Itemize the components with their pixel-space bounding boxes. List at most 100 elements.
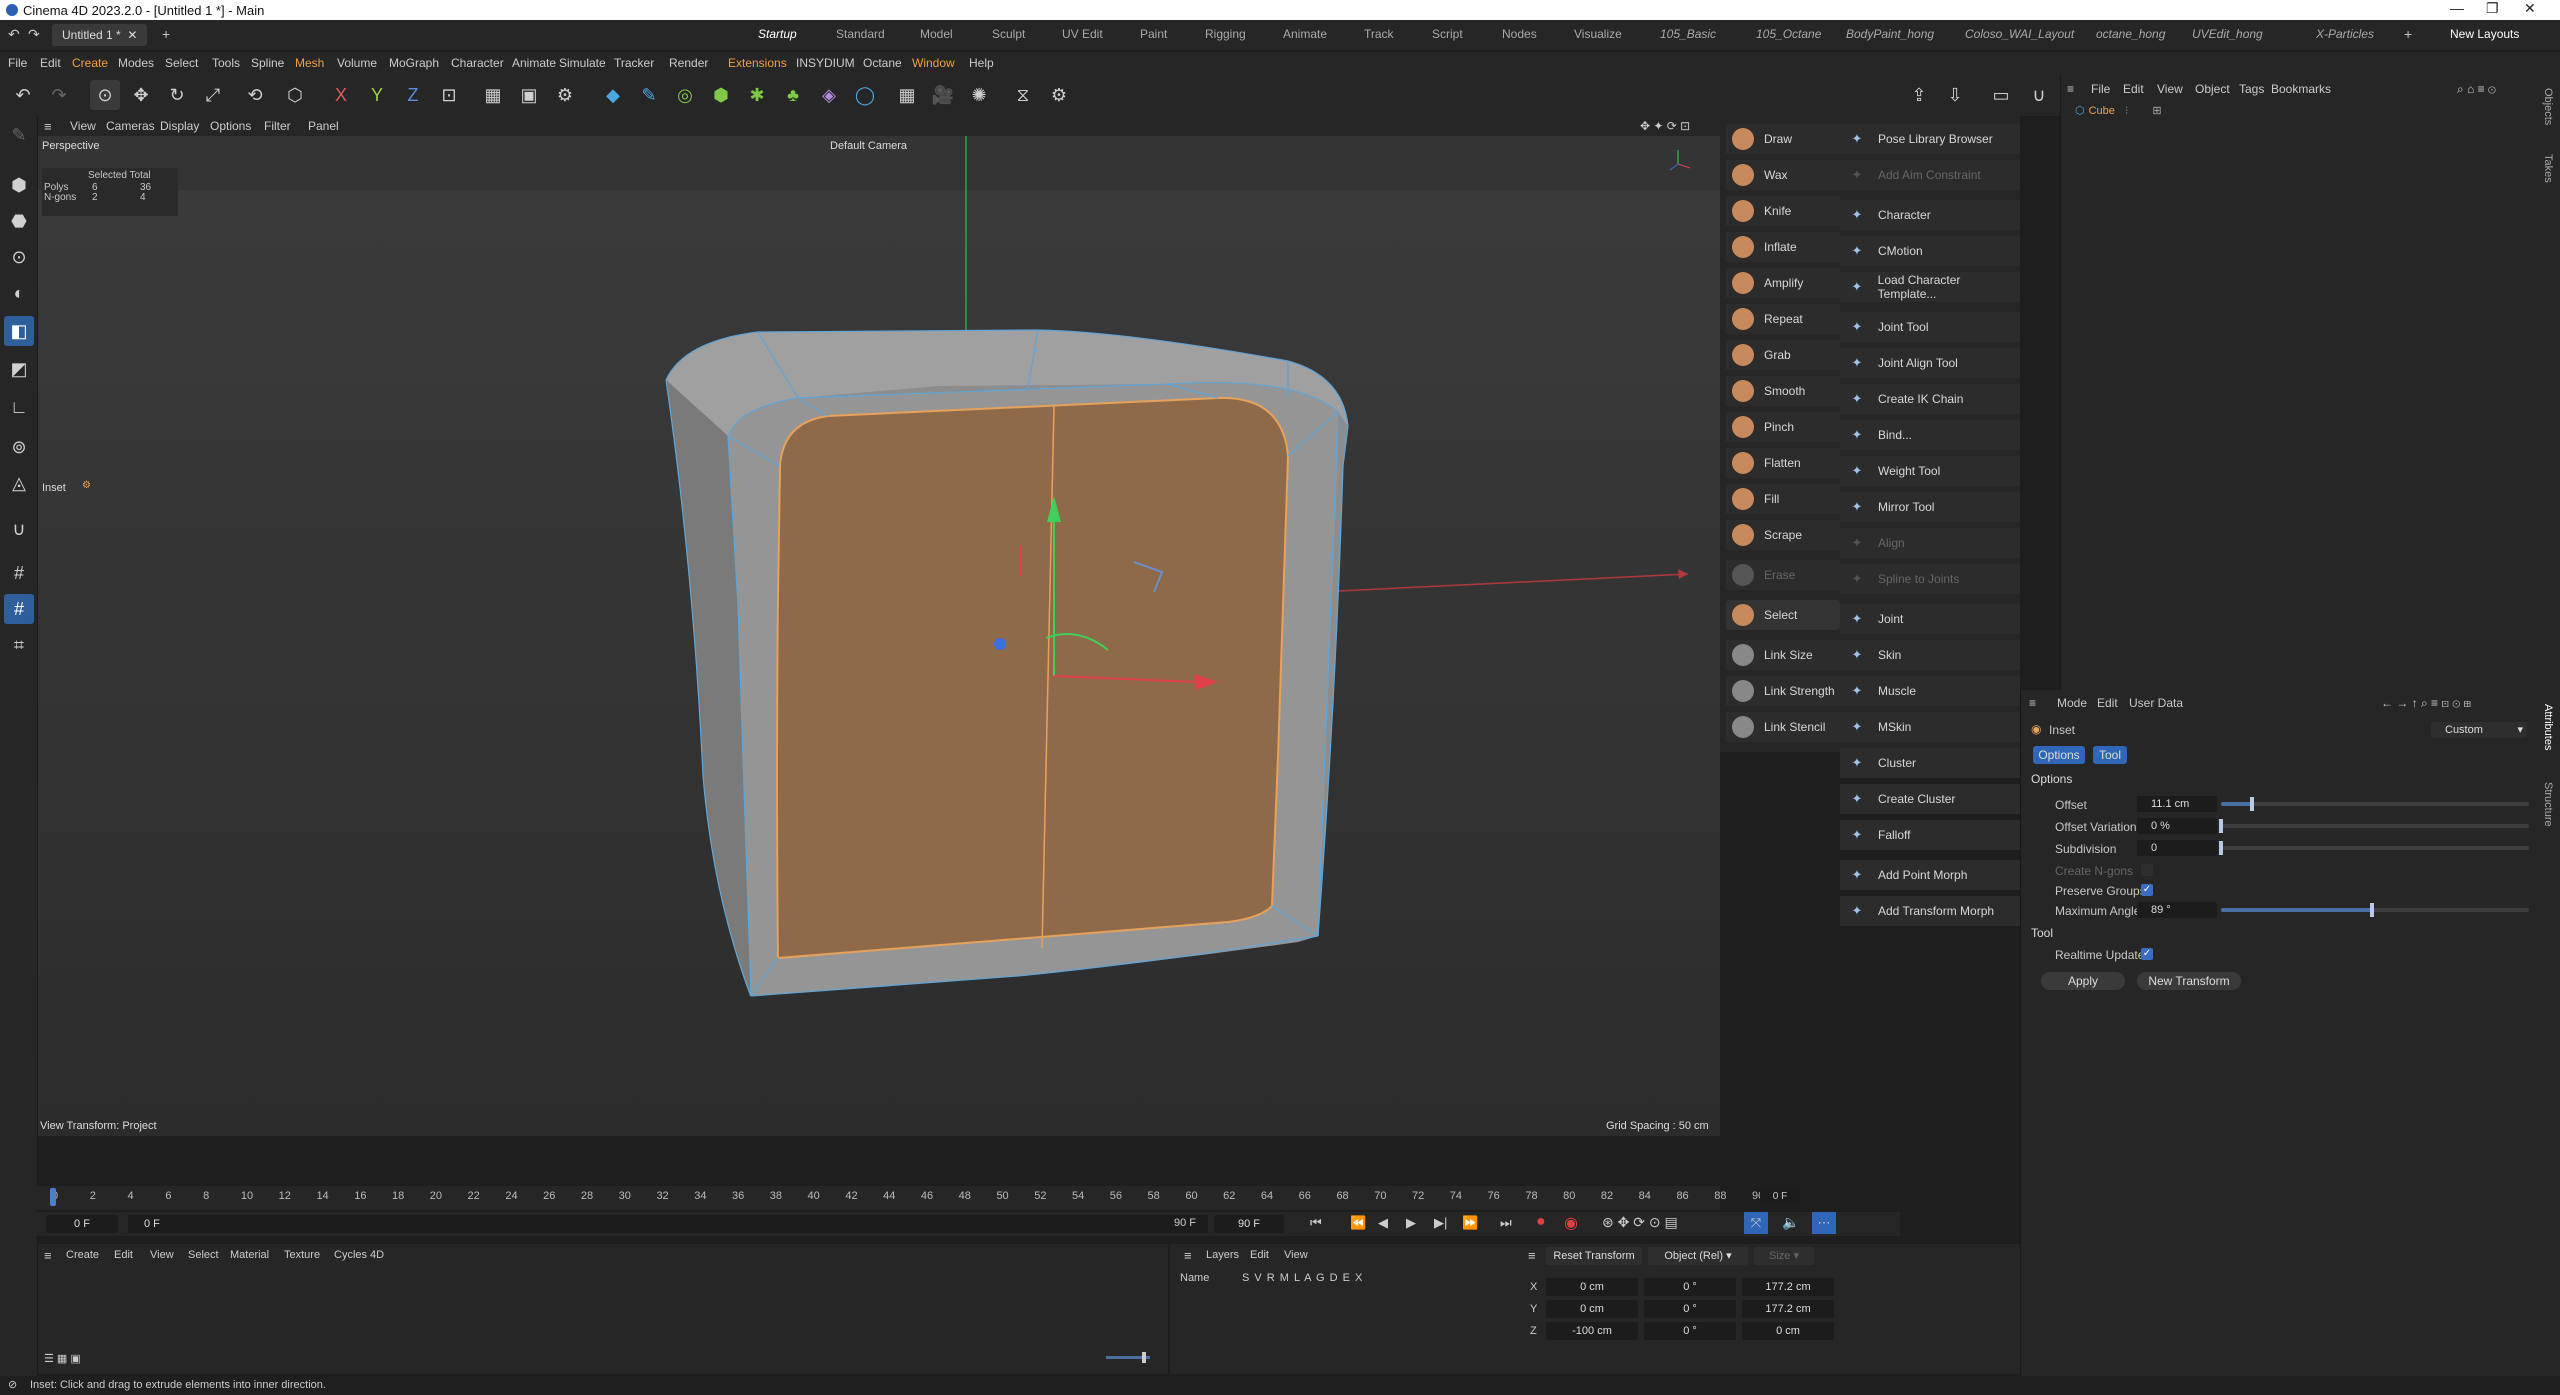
next-key-icon[interactable]: ⏩ xyxy=(1462,1215,1478,1231)
menu-extensions[interactable]: Extensions xyxy=(728,56,787,70)
layout-tab-rigging[interactable]: Rigging xyxy=(1205,27,1246,41)
edge-mode-icon[interactable]: ◐ xyxy=(4,278,34,308)
viewport-menu-view[interactable]: View xyxy=(70,119,96,133)
new-tab-icon[interactable]: + xyxy=(162,26,170,42)
object-row-cube[interactable]: ⬡ Cube ⁝ ⊞ xyxy=(2075,104,2162,118)
layers-menu-edit[interactable]: Edit xyxy=(1250,1249,1269,1261)
autokey-icon[interactable]: ◉ xyxy=(1564,1213,1578,1233)
document-tab[interactable]: Untitled 1 * ✕ xyxy=(52,24,148,46)
palette-erase[interactable]: Erase xyxy=(1726,560,1840,590)
spline-pen-icon[interactable]: ✎ xyxy=(634,80,664,110)
render-view-icon[interactable]: ▦ xyxy=(478,80,508,110)
new-transform-button[interactable]: New Transform xyxy=(2137,972,2241,990)
keyframe-settings-icon[interactable]: ⊛ ✥ ⟳ ⊙ ▤ xyxy=(1602,1214,1678,1231)
sound-icon[interactable]: 🔈 xyxy=(1782,1214,1799,1231)
offset-slider[interactable] xyxy=(2221,797,2529,811)
material-menu-select[interactable]: Select xyxy=(188,1249,219,1261)
palette-grab[interactable]: Grab xyxy=(1726,340,1840,370)
layers-menu-layers[interactable]: Layers xyxy=(1206,1249,1239,1261)
undo-icon[interactable]: ↶ xyxy=(8,80,38,110)
material-menu-texture[interactable]: Texture xyxy=(284,1249,320,1261)
palette-cluster[interactable]: ✦ Cluster xyxy=(1840,748,2020,778)
coord-size-field[interactable]: 0 cm xyxy=(1742,1322,1834,1340)
model-mode-icon[interactable]: ⬢ xyxy=(4,170,34,200)
apply-button[interactable]: Apply xyxy=(2041,972,2125,990)
palette-pose-library-browser[interactable]: ✦ Pose Library Browser xyxy=(1840,124,2020,154)
side-tab-takes[interactable]: Takes xyxy=(2542,154,2554,183)
menu-tools[interactable]: Tools xyxy=(212,56,240,70)
field-icon[interactable]: ◈ xyxy=(814,80,844,110)
rotate-tool-icon[interactable]: ↻ xyxy=(162,80,192,110)
menu-file[interactable]: File xyxy=(8,56,27,70)
max-angle-field[interactable]: 89 ° xyxy=(2137,902,2217,918)
palette-falloff[interactable]: ✦ Falloff xyxy=(1840,820,2020,850)
layout-tab-bodypaint-hong[interactable]: BodyPaint_hong xyxy=(1846,27,1934,41)
subdivision-field[interactable]: 0 xyxy=(2137,840,2217,856)
layout-tab-standard[interactable]: Standard xyxy=(836,27,885,41)
coord-size-field[interactable]: 177.2 cm xyxy=(1742,1300,1834,1318)
3d-viewport[interactable]: Perspective Default Camera Selected Tota… xyxy=(38,136,1720,1136)
viewport-nav-icon[interactable]: ✥ ✦ ⟳ ⊡ xyxy=(1640,119,1690,133)
close-tab-icon[interactable]: ✕ xyxy=(127,28,137,42)
palette-amplify[interactable]: Amplify xyxy=(1726,268,1840,298)
preset-dropdown[interactable]: Custom ▾ xyxy=(2431,722,2527,738)
attr-hamburger-icon[interactable]: ≡ xyxy=(2029,696,2036,710)
objects-search-icon[interactable]: ⌕ ⌂ ≡ ⊙ xyxy=(2457,82,2496,97)
palette-create-ik-chain[interactable]: ✦ Create IK Chain xyxy=(1840,384,2020,414)
layout-tab-animate[interactable]: Animate xyxy=(1283,27,1327,41)
create-ngons-checkbox[interactable]: ✓ xyxy=(2141,864,2153,876)
offset-field[interactable]: 11.1 cm xyxy=(2137,796,2217,812)
frame-range-bar[interactable]: 0 F xyxy=(128,1215,1208,1233)
tool-settings-icon[interactable]: ⚙ xyxy=(82,480,91,491)
menu-mograph[interactable]: MoGraph xyxy=(389,56,439,70)
side-tab-structure[interactable]: Structure xyxy=(2542,782,2554,827)
layout-tab-octane-hong[interactable]: octane_hong xyxy=(2096,27,2165,41)
palette-spline-to-joints[interactable]: ✦ Spline to Joints xyxy=(1840,564,2020,594)
attr-menu-user-data[interactable]: User Data xyxy=(2129,696,2183,710)
recent-tools-icon[interactable]: ⟲ xyxy=(240,80,270,110)
layout-tab-nodes[interactable]: Nodes xyxy=(1502,27,1537,41)
coord-rotation-field[interactable]: 0 ° xyxy=(1644,1322,1736,1340)
object-name[interactable]: Cube xyxy=(2089,105,2115,117)
palette-load-character-template-[interactable]: ✦ Load Character Template... xyxy=(1840,272,2020,302)
menu-help[interactable]: Help xyxy=(969,56,994,70)
undo-history-icon[interactable]: ↶ xyxy=(8,26,20,43)
z-axis-lock-icon[interactable]: Z xyxy=(398,80,428,110)
axis-mode-icon[interactable]: ⊙ xyxy=(4,242,34,272)
visibility-dots-icon[interactable]: ⁝ xyxy=(2125,104,2129,117)
palette-weight-tool[interactable]: ✦ Weight Tool xyxy=(1840,456,2020,486)
scale-tool-icon[interactable]: ⤢ xyxy=(198,80,228,110)
attr-menu-edit[interactable]: Edit xyxy=(2097,696,2118,710)
palette-skin[interactable]: ✦ Skin xyxy=(1840,640,2020,670)
layout-tab-x-particles[interactable]: X-Particles xyxy=(2316,27,2374,41)
layout-tab-track[interactable]: Track xyxy=(1364,27,1394,41)
palette-add-point-morph[interactable]: ✦ Add Point Morph xyxy=(1840,860,2020,890)
material-menu-edit[interactable]: Edit xyxy=(114,1249,133,1261)
layout-tab-paint[interactable]: Paint xyxy=(1140,27,1167,41)
menu-character[interactable]: Character xyxy=(451,56,504,70)
new-layouts-button[interactable]: New Layouts xyxy=(2450,27,2519,41)
palette-align[interactable]: ✦ Align xyxy=(1840,528,2020,558)
layout-tab-startup[interactable]: Startup xyxy=(758,27,797,41)
min-frame-field[interactable]: 0 F xyxy=(46,1215,118,1233)
floor-icon[interactable]: ▦ xyxy=(892,80,922,110)
coordinate-system-icon[interactable]: ⊡ xyxy=(434,80,464,110)
tab-tool[interactable]: Tool xyxy=(2093,746,2127,764)
palette-joint-align-tool[interactable]: ✦ Joint Align Tool xyxy=(1840,348,2020,378)
next-frame-icon[interactable]: ▶| xyxy=(1434,1215,1447,1231)
selection-tool-icon[interactable]: ⊙ xyxy=(90,80,120,110)
side-tab-objects[interactable]: Objects xyxy=(2542,88,2554,125)
preserve-groups-checkbox[interactable]: ✓ xyxy=(2141,884,2153,896)
goto-end-icon[interactable]: ⏭ xyxy=(1500,1215,1512,1231)
objects-menu-object[interactable]: Object xyxy=(2195,82,2230,96)
layout-tab-script[interactable]: Script xyxy=(1432,27,1463,41)
light-icon[interactable]: ✺ xyxy=(964,80,994,110)
material-hamburger-icon[interactable]: ≡ xyxy=(44,1248,52,1263)
prev-frame-icon[interactable]: ◀ xyxy=(1378,1215,1388,1231)
coord-position-field[interactable]: -100 cm xyxy=(1546,1322,1638,1340)
timeline-mode-icon[interactable]: ⤧ xyxy=(1744,1212,1768,1234)
menu-animate[interactable]: Animate xyxy=(512,56,556,70)
material-menu-cycles-4d[interactable]: Cycles 4D xyxy=(334,1249,384,1261)
magnet-icon[interactable]: ∪ xyxy=(2024,80,2054,110)
y-axis-lock-icon[interactable]: Y xyxy=(362,80,392,110)
